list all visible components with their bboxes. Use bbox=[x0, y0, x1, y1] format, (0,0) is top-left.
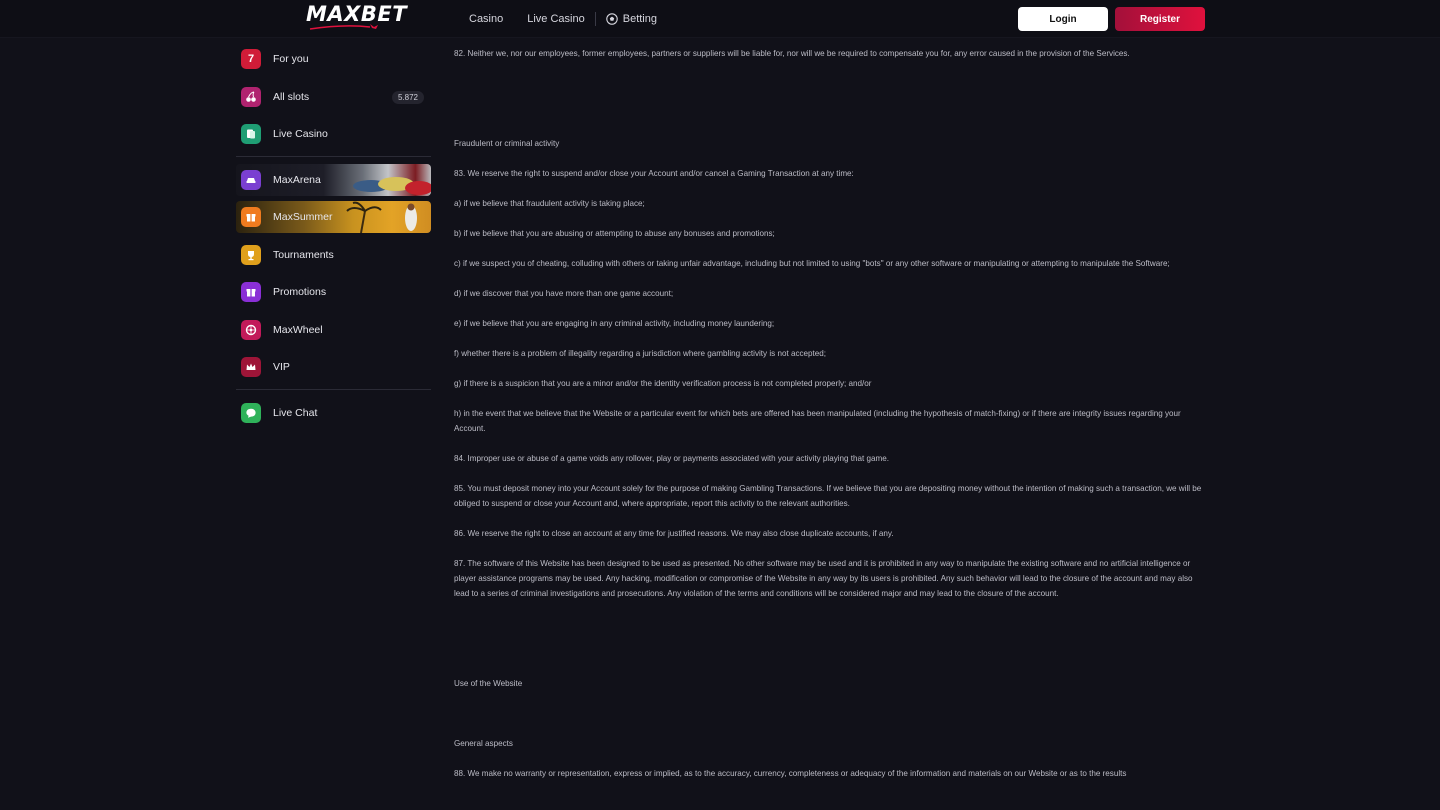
paragraph-83c: c) if we suspect you of cheating, collud… bbox=[454, 259, 1170, 268]
maxbet-logo[interactable]: MAXBET bbox=[306, 3, 407, 31]
sidebar-item-label: MaxSummer bbox=[273, 211, 333, 223]
sidebar-item-label: Tournaments bbox=[273, 248, 334, 261]
sidebar-item-label: Promotions bbox=[273, 286, 327, 298]
sidebar-item-label: Live Chat bbox=[273, 406, 318, 419]
top-header: MAXBET Casino Live Casino Betting Login … bbox=[0, 0, 1440, 38]
nav-betting-label: Betting bbox=[622, 13, 657, 25]
sidebar-item-tournaments[interactable]: Tournaments bbox=[236, 239, 431, 271]
sidebar-item-label: All slots bbox=[273, 90, 310, 103]
sidebar-item-label: MaxWheel bbox=[273, 323, 323, 336]
paragraph-82: 82. Neither we, nor our employees, forme… bbox=[454, 49, 1130, 58]
register-button[interactable]: Register bbox=[1115, 7, 1205, 31]
paragraph-83d: d) if we discover that you have more tha… bbox=[454, 289, 674, 298]
paragraph-83: 83. We reserve the right to suspend and/… bbox=[454, 169, 854, 178]
sidebar-item-all-slots[interactable]: All slots 5.872 bbox=[236, 81, 431, 113]
paragraph-86: 86. We reserve the right to close an acc… bbox=[454, 529, 894, 538]
section-heading-general-aspects: General aspects bbox=[454, 739, 513, 748]
sidebar-item-maxarena[interactable]: MaxArena bbox=[236, 163, 431, 196]
paragraph-83f: f) whether there is a problem of illegal… bbox=[454, 349, 827, 358]
paragraph-88: 88. We make no warranty or representatio… bbox=[454, 769, 1127, 778]
summer-palm-banner-image bbox=[346, 201, 417, 233]
gift-box-icon bbox=[241, 207, 261, 227]
sidebar-item-label: VIP bbox=[273, 361, 290, 373]
slots-count-badge: 5.872 bbox=[391, 90, 424, 104]
cherry-icon bbox=[241, 86, 261, 107]
paragraph-84: 84. Improper use or abuse of a game void… bbox=[454, 454, 890, 463]
paragraph-83a: a) if we believe that fraudulent activit… bbox=[454, 199, 645, 208]
cards-icon bbox=[241, 124, 261, 144]
sidebar: 7 For you All slots 5.872 Live Casino Ma… bbox=[236, 43, 431, 434]
paragraph-85: 85. You must deposit money into your Acc… bbox=[454, 484, 1202, 508]
sidebar-item-live-casino[interactable]: Live Casino bbox=[236, 118, 431, 150]
soccer-ball-icon bbox=[605, 13, 618, 25]
sidebar-divider bbox=[236, 388, 431, 390]
seven-icon: 7 bbox=[241, 49, 261, 69]
nav-betting[interactable]: Betting bbox=[605, 13, 657, 25]
logo-text: MAXBET bbox=[306, 2, 408, 26]
car-icon bbox=[241, 169, 261, 190]
paragraph-83h: h) in the event that we believe that the… bbox=[454, 409, 1181, 433]
main-nav: Casino Live Casino Betting bbox=[469, 0, 657, 38]
nav-casino[interactable]: Casino bbox=[469, 13, 503, 25]
trophy-icon bbox=[241, 244, 261, 265]
terms-content: 82. Neither we, nor our employees, forme… bbox=[454, 46, 1206, 796]
sidebar-item-label: Live Casino bbox=[273, 128, 328, 140]
chat-icon bbox=[241, 402, 261, 423]
gift-icon bbox=[241, 282, 261, 302]
paragraph-83g: g) if there is a suspicion that you are … bbox=[454, 379, 872, 388]
sidebar-item-live-chat[interactable]: Live Chat bbox=[236, 397, 431, 429]
nav-live-casino[interactable]: Live Casino bbox=[527, 13, 584, 25]
nav-divider bbox=[594, 12, 596, 26]
race-cars-banner-image bbox=[353, 176, 431, 195]
sidebar-item-maxsummer[interactable]: MaxSummer bbox=[236, 201, 431, 233]
section-heading-use-of-website: Use of the Website bbox=[454, 679, 523, 688]
paragraph-83b: b) if we believe that you are abusing or… bbox=[454, 229, 775, 238]
sidebar-divider bbox=[236, 155, 431, 157]
sidebar-item-promotions[interactable]: Promotions bbox=[236, 276, 431, 308]
crown-icon bbox=[241, 357, 261, 377]
sidebar-item-label: For you bbox=[273, 53, 309, 65]
paragraph-83e: e) if we believe that you are engaging i… bbox=[454, 319, 775, 328]
sidebar-item-vip[interactable]: VIP bbox=[236, 351, 431, 383]
section-heading-fraud: Fraudulent or criminal activity bbox=[454, 139, 560, 148]
login-button[interactable]: Login bbox=[1018, 7, 1108, 31]
sidebar-item-label: MaxArena bbox=[273, 173, 321, 186]
paragraph-87: 87. The software of this Website has bee… bbox=[454, 559, 1193, 598]
sidebar-item-for-you[interactable]: 7 For you bbox=[236, 43, 431, 75]
wheel-icon bbox=[241, 319, 261, 340]
sidebar-item-maxwheel[interactable]: MaxWheel bbox=[236, 314, 431, 346]
logo-swoosh-icon bbox=[309, 24, 378, 30]
